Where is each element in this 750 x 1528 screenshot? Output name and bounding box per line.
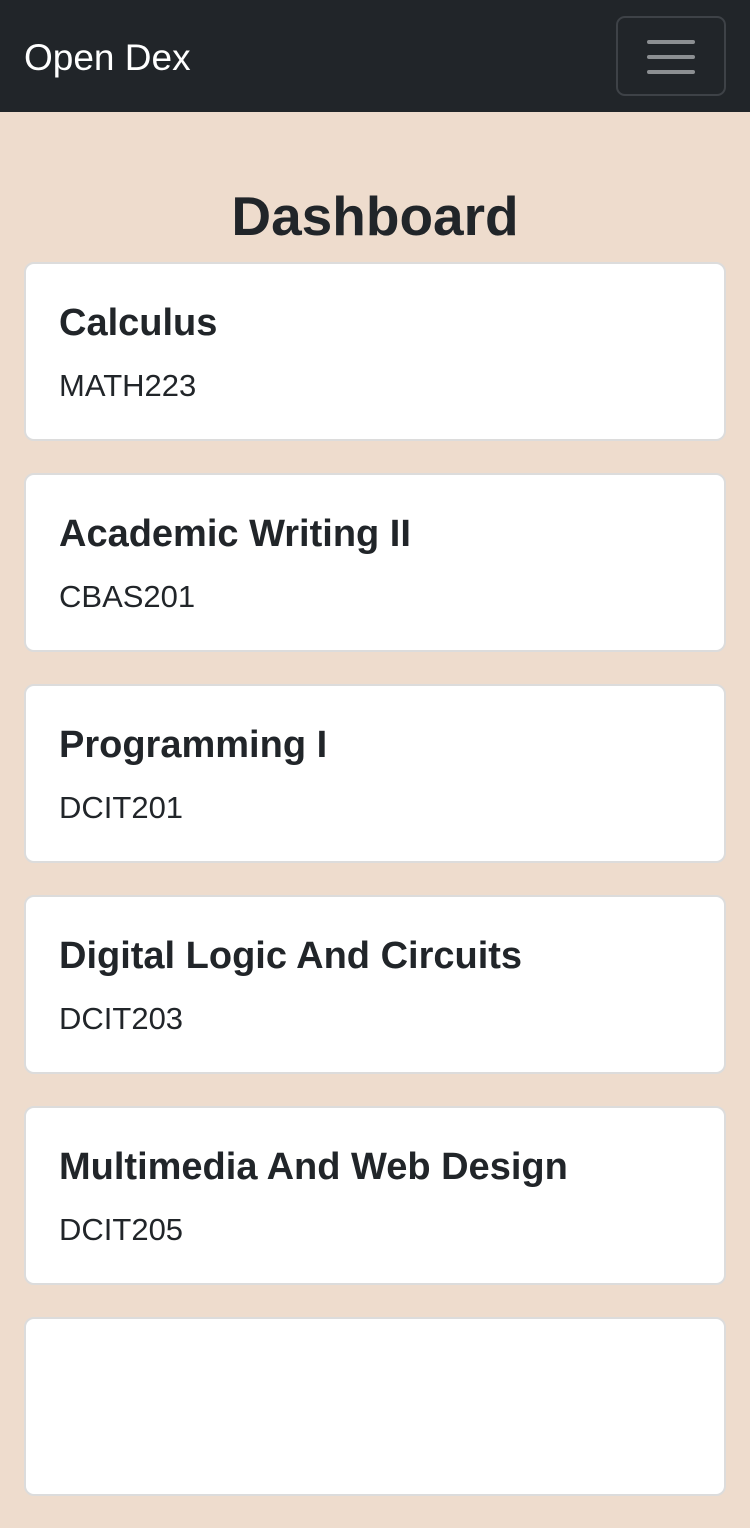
course-code: DCIT205 [59, 1212, 184, 1247]
course-card[interactable] [24, 1317, 726, 1496]
page-title: Dashboard [231, 185, 519, 247]
course-card[interactable]: Multimedia And Web Design DCIT205 [24, 1106, 726, 1285]
course-card[interactable]: Programming I DCIT201 [24, 684, 726, 863]
course-name: Digital Logic And Circuits [59, 935, 523, 977]
course-card[interactable]: Digital Logic And Circuits DCIT203 [24, 895, 726, 1074]
hamburger-menu-icon [647, 40, 695, 74]
navbar-toggle-button[interactable] [616, 16, 726, 96]
brand-link[interactable]: Open Dex [24, 35, 191, 81]
course-card[interactable]: Academic Writing II CBAS201 [24, 473, 726, 652]
course-code: MATH223 [59, 368, 197, 403]
course-name: Academic Writing II [59, 513, 411, 555]
navbar: Open Dex [0, 0, 750, 112]
course-name: Calculus [59, 302, 218, 344]
course-code: CBAS201 [59, 579, 196, 614]
course-code: DCIT203 [59, 1001, 184, 1036]
course-name: Programming I [59, 724, 328, 766]
course-list: Calculus MATH223 Academic Writing II CBA… [24, 262, 726, 1528]
course-card[interactable]: Calculus MATH223 [24, 262, 726, 441]
course-code: DCIT201 [59, 790, 184, 825]
course-name: Multimedia And Web Design [59, 1146, 568, 1188]
